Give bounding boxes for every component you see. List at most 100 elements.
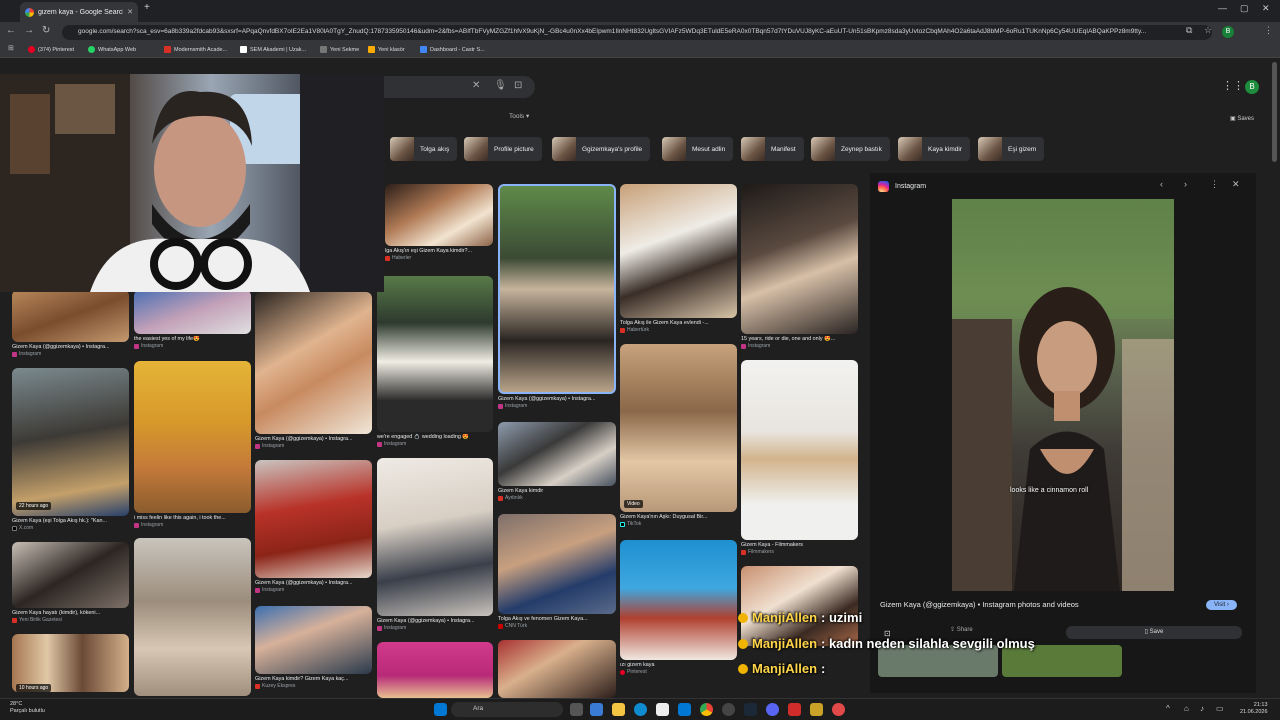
app-icon[interactable]	[788, 703, 801, 716]
discord-icon[interactable]	[766, 703, 779, 716]
window-close-button[interactable]: ✕	[1262, 3, 1270, 14]
edge-icon[interactable]	[634, 703, 647, 716]
image-result[interactable]: ızı gizem kaya Pinterest	[620, 540, 737, 675]
store-icon[interactable]	[656, 703, 669, 716]
suggestion-chip[interactable]: Zeynep bastık	[811, 137, 890, 161]
next-arrow-icon[interactable]: ›	[1184, 179, 1187, 189]
image-result[interactable]: the easiest yes of my life😍 Instagram	[134, 290, 251, 349]
instagram-icon	[255, 587, 260, 593]
bookmark-item[interactable]: Yeni Sekme	[320, 46, 359, 53]
suggestion-chip[interactable]: Eşi gizem	[978, 137, 1045, 161]
taskbar-search[interactable]: Ara	[451, 702, 563, 717]
image-result[interactable]: Gizem Kaya kimdir? Gizem Kaya kaç... Kuz…	[255, 606, 372, 689]
more-options-icon[interactable]: ⋮	[1210, 179, 1219, 190]
close-preview-icon[interactable]: ✕	[1232, 179, 1240, 190]
page-scrollbar[interactable]	[1272, 62, 1277, 162]
tools-button[interactable]: Tools ▾	[509, 112, 529, 120]
active-tab[interactable]: gizem kaya - Google Search ✕	[20, 2, 138, 22]
widgets-icon[interactable]	[590, 703, 603, 716]
image-result[interactable]: 15 years, ride or die, one and only 😍...…	[741, 184, 858, 349]
steam-icon[interactable]	[744, 703, 757, 716]
suggestion-chip[interactable]: Tolga akış	[390, 137, 458, 161]
preview-source[interactable]: Instagram	[878, 181, 926, 192]
suggestion-chip[interactable]: Mesut adlin	[662, 137, 734, 161]
image-result[interactable]: Gizem Kaya kimdir Aydınlık	[498, 422, 616, 501]
back-arrow-icon[interactable]: ←	[6, 25, 16, 36]
chrome-icon[interactable]	[700, 703, 713, 716]
microphone-icon[interactable]: 🎙	[494, 80, 507, 91]
bookmark-item[interactable]: Dashboard - Castr S...	[420, 46, 485, 53]
result-thumbnail	[377, 458, 493, 616]
battery-icon[interactable]: ▭	[1216, 704, 1224, 713]
share-button[interactable]: ⇪ Share	[950, 626, 973, 633]
image-result[interactable]: Gizem Kaya (@ggizemkaya) • Instagra... I…	[255, 460, 372, 593]
obs-icon[interactable]	[722, 703, 735, 716]
bookmark-item[interactable]: (374) Pinterest	[28, 46, 74, 53]
image-result[interactable]: 22 hours ago Gizem Kaya (eşi Tolga Akış …	[12, 368, 129, 531]
image-result[interactable]	[498, 640, 616, 698]
forward-arrow-icon[interactable]: →	[24, 25, 34, 36]
image-result[interactable]: Gizem Kaya - Filmmakers Filmmakers	[741, 360, 858, 555]
tab-close-icon[interactable]: ✕	[127, 8, 133, 16]
preview-title[interactable]: Gizem Kaya (@ggizemkaya) • Instagram pho…	[880, 600, 1079, 609]
weather-widget[interactable]: 28°C Parçalı bulutlu	[10, 701, 45, 715]
image-result[interactable]: i miss feelin like this again, i took th…	[134, 361, 251, 528]
extension-avatar[interactable]: B	[1222, 26, 1234, 38]
image-result[interactable]: lga Akış'ın eşi Gizem Kaya kimdir?... Ha…	[385, 184, 493, 261]
search-input[interactable]: ✕ 🎙 ⊡	[380, 76, 535, 98]
image-result[interactable]	[741, 566, 858, 646]
suggestion-chip[interactable]: Profile picture	[464, 137, 542, 161]
bookmark-item[interactable]: SEM Akademi | Uzak...	[240, 46, 306, 53]
image-result[interactable]: Gizem Kaya (@ggizemkaya) • Instagra... I…	[255, 292, 372, 449]
lens-search-icon[interactable]: ⊡	[514, 80, 522, 91]
image-result[interactable]: Tolga Akış ile Gizem Kaya evlendi -... H…	[620, 184, 737, 333]
volume-icon[interactable]: ♪	[1200, 704, 1204, 713]
mail-icon[interactable]	[678, 703, 691, 716]
minimize-button[interactable]: —	[1218, 3, 1227, 13]
bookmark-star-icon[interactable]: ☆	[1204, 25, 1212, 36]
image-result[interactable]	[134, 538, 251, 696]
url-text: google.com/search?sca_esv=6a8b339a2fdcab…	[78, 28, 1147, 35]
system-clock[interactable]: 21:13 21.06.2026	[1240, 702, 1268, 716]
suggestion-chip[interactable]: Ggizemkaya's profile	[552, 137, 651, 161]
suggestion-chip[interactable]: Kaya kimdir	[898, 137, 970, 161]
bookmark-item[interactable]: Modernsmith Acade...	[164, 46, 227, 53]
save-button[interactable]: ▯ Save	[1066, 626, 1242, 639]
image-result[interactable]: we're engaged 💍 wedding loading 😍 Instag…	[377, 276, 493, 447]
image-result[interactable]: Gizem Kaya hayatı (kimdir), kökeni... Ye…	[12, 542, 129, 623]
preview-image[interactable]: looks like a cinnamon roll	[952, 199, 1174, 591]
site-icon	[620, 327, 625, 333]
translate-icon[interactable]: ⧉	[1186, 25, 1192, 36]
google-apps-icon[interactable]: ⋮⋮	[1222, 79, 1244, 92]
image-result[interactable]: Gizem Kaya (@ggizemkaya) • Instagra... I…	[377, 458, 493, 631]
visit-button[interactable]: Visit ›	[1206, 600, 1237, 610]
image-result[interactable]: 10 hours ago	[12, 634, 129, 692]
tray-chevron-icon[interactable]: ^	[1166, 704, 1170, 713]
suggestion-chip[interactable]: Manifest	[741, 137, 804, 161]
bookmark-item[interactable]: WhatsApp Web	[88, 46, 136, 53]
previous-arrow-icon[interactable]: ‹	[1160, 179, 1163, 189]
file-explorer-icon[interactable]	[612, 703, 625, 716]
page-icon	[320, 46, 327, 53]
maximize-button[interactable]: ▢	[1240, 3, 1249, 14]
reload-icon[interactable]: ↻	[42, 25, 50, 36]
image-result[interactable]: Gizem Kaya (@ggizemkaya) • Instagra... I…	[12, 290, 129, 357]
browser-menu-icon[interactable]: ⋮	[1264, 25, 1273, 36]
clear-search-icon[interactable]: ✕	[472, 80, 480, 91]
result-thumbnail	[498, 640, 616, 698]
new-tab-button[interactable]: +	[144, 2, 150, 13]
saves-button[interactable]: ▣ Saves	[1230, 115, 1254, 122]
image-result[interactable]	[377, 642, 493, 698]
account-avatar[interactable]: B	[1245, 80, 1259, 94]
app-icon[interactable]	[832, 703, 845, 716]
network-icon[interactable]: ⌂	[1184, 704, 1189, 713]
image-result[interactable]: Video Gizem Kaya'nın Aşkı: Duygusal Bir.…	[620, 344, 737, 527]
address-bar[interactable]: google.com/search?sca_esv=6a8b339a2fdcab…	[62, 25, 1212, 40]
apps-grid-icon[interactable]: ⊞	[8, 44, 14, 52]
bookmark-folder[interactable]: Yeni klasör	[368, 46, 405, 53]
start-windows-icon[interactable]	[434, 703, 447, 716]
app-icon[interactable]	[810, 703, 823, 716]
image-result[interactable]: Tolga Akış ile Gizem Kaya evlendi -... G…	[498, 184, 616, 409]
image-result[interactable]: Tolga Akış ve fenomen Gizem Kaya... CNN …	[498, 514, 616, 629]
task-view-icon[interactable]	[570, 703, 583, 716]
